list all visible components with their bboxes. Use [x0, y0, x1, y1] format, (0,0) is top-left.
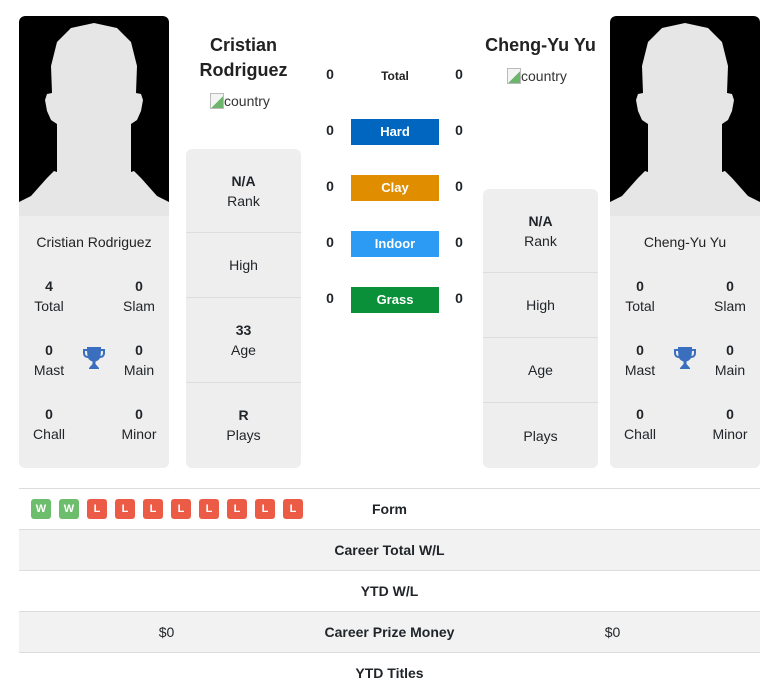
surface-label-indoor: Indoor: [351, 231, 439, 257]
player2-titles-slam: 0 Slam: [714, 278, 746, 314]
player2-card-name: Cheng-Yu Yu: [643, 234, 727, 250]
player2-photo: [610, 16, 760, 216]
player2-info: N/A Rank High Age Plays: [483, 189, 598, 468]
player2-card: Cheng-Yu Yu 0 Total 0 Slam 0 Mast 0 Main…: [610, 16, 760, 468]
form-badge[interactable]: L: [115, 499, 135, 519]
surface-p1-value: 0: [326, 122, 334, 138]
player2-titles-minor: 0 Minor: [712, 406, 748, 442]
comparison-label: Career Prize Money: [324, 624, 455, 640]
trophy-icon: [674, 347, 696, 369]
form-badge[interactable]: L: [171, 499, 191, 519]
player1-form: WWLLLLLLLL: [19, 499, 314, 519]
player1-plays: R Plays: [226, 407, 261, 443]
player1-titles-chall: 0 Chall: [33, 406, 65, 442]
comparison-row: $0 Career Prize Money $0: [19, 611, 760, 652]
player1-high: High: [186, 233, 301, 298]
player1-value: $0: [158, 624, 175, 640]
player1-rank: N/A Rank: [186, 149, 301, 233]
trophy-icon: [83, 347, 105, 369]
comparison-row: YTD W/L: [19, 570, 760, 611]
form-badge[interactable]: L: [283, 499, 303, 519]
surface-p1-value: 0: [326, 234, 334, 250]
player1-titles-mast: 0 Mast: [33, 342, 65, 378]
player1-card-name: Cristian Rodriguez: [36, 234, 152, 250]
player2-country-flag: country: [507, 68, 567, 84]
form-badge[interactable]: L: [255, 499, 275, 519]
surface-label-grass: Grass: [351, 287, 439, 313]
broken-image-icon: [507, 68, 521, 84]
silhouette-icon: [19, 23, 169, 216]
surface-p2-value: 0: [455, 290, 463, 306]
player1-titles-slam: 0 Slam: [123, 278, 155, 314]
player2-titles-total: 0 Total: [625, 278, 655, 314]
comparison-row: W W L L L L L L L L Form: [19, 488, 760, 529]
comparison-row: Career Total W/L: [19, 529, 760, 570]
form-badge[interactable]: L: [199, 499, 219, 519]
player2-plays: Plays: [523, 427, 558, 444]
player1-age: 33 Age: [186, 298, 301, 383]
player2-titles-main: 0 Main: [714, 342, 746, 378]
comparison-label: Career Total W/L: [334, 542, 445, 558]
player2-value: $0: [604, 624, 621, 640]
player1-card: Cristian Rodriguez 4 Total 0 Slam 0 Mast…: [19, 16, 169, 468]
comparison-label: YTD W/L: [360, 583, 419, 599]
player2-name[interactable]: Cheng-Yu Yu: [483, 33, 598, 58]
surface-p1-value: 0: [326, 178, 334, 194]
comparison-label: YTD Titles: [355, 665, 424, 681]
surface-label-clay: Clay: [351, 175, 439, 201]
player1-info: N/A Rank High 33 Age R Plays: [186, 149, 301, 468]
comparison-row: YTD Titles: [19, 652, 760, 693]
player1-photo: [19, 16, 169, 216]
surface-p1-value: 0: [326, 66, 334, 82]
player1-titles-minor: 0 Minor: [121, 406, 157, 442]
comparison-label: Form: [372, 501, 407, 517]
player2-high: High: [483, 273, 598, 338]
surface-label-hard: Hard: [351, 119, 439, 145]
form-badge[interactable]: W: [59, 499, 79, 519]
broken-image-icon: [210, 93, 224, 109]
player1-titles-total: 4 Total: [34, 278, 64, 314]
player1-country-flag: country: [210, 93, 270, 109]
player2-age: Age: [483, 338, 598, 403]
surface-p1-value: 0: [326, 290, 334, 306]
player2-rank: N/A Rank: [483, 189, 598, 273]
surface-p2-value: 0: [455, 234, 463, 250]
player1-name[interactable]: Cristian Rodriguez: [186, 33, 301, 83]
form-badges: WWLLLLLLLL: [19, 499, 314, 519]
surface-p2-value: 0: [455, 122, 463, 138]
silhouette-icon: [610, 23, 760, 216]
form-badge[interactable]: W: [31, 499, 51, 519]
form-badge[interactable]: L: [143, 499, 163, 519]
player1-titles-main: 0 Main: [123, 342, 155, 378]
form-badge[interactable]: L: [87, 499, 107, 519]
form-badge[interactable]: L: [227, 499, 247, 519]
surface-p2-value: 0: [455, 66, 463, 82]
surface-p2-value: 0: [455, 178, 463, 194]
player2-titles-mast: 0 Mast: [624, 342, 656, 378]
surface-label-total: Total: [381, 69, 409, 83]
player2-titles-chall: 0 Chall: [624, 406, 656, 442]
